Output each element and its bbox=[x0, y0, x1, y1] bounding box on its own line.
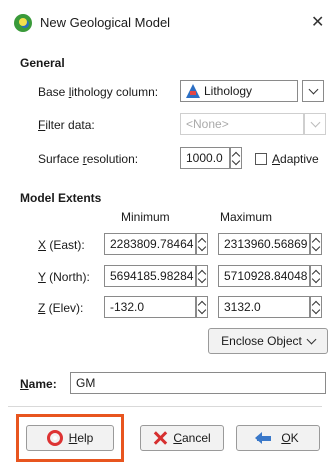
x-east-label: X (East): bbox=[38, 238, 85, 252]
z-max-input[interactable]: 3132.0 bbox=[218, 296, 310, 318]
z-elev-label: Z (Elev): bbox=[38, 301, 84, 315]
window-title: New Geological Model bbox=[40, 15, 171, 30]
help-button[interactable]: Help bbox=[26, 425, 114, 451]
name-input[interactable]: GM bbox=[70, 372, 326, 394]
chevron-down-icon bbox=[306, 334, 317, 344]
x-max-input[interactable]: 2313960.56869 bbox=[218, 233, 310, 255]
enclose-object-button[interactable]: Enclose Object bbox=[208, 328, 328, 354]
surface-resolution-spinner[interactable] bbox=[230, 147, 242, 169]
adaptive-label: Adaptive bbox=[272, 152, 319, 166]
x-min-spinner[interactable] bbox=[196, 233, 208, 255]
z-min-input[interactable]: -132.0 bbox=[104, 296, 196, 318]
filter-data-label: Filter data: bbox=[38, 118, 95, 132]
filter-data-select[interactable]: <None> bbox=[180, 113, 304, 135]
cancel-icon bbox=[153, 431, 167, 445]
maximum-column-header: Maximum bbox=[220, 210, 273, 224]
y-min-input[interactable]: 5694185.98284 bbox=[104, 265, 196, 287]
close-icon[interactable]: ✕ bbox=[311, 12, 324, 32]
lithology-icon bbox=[186, 84, 200, 98]
spin-down-icon[interactable] bbox=[197, 274, 207, 284]
base-lithology-select[interactable]: Lithology bbox=[180, 80, 298, 102]
section-model-extents-title: Model Extents bbox=[20, 191, 102, 205]
ok-button[interactable]: OK bbox=[236, 425, 320, 451]
app-icon bbox=[14, 14, 32, 32]
name-label: Name: bbox=[20, 377, 57, 391]
surface-resolution-label: Surface resolution: bbox=[38, 152, 139, 166]
z-max-spinner[interactable] bbox=[310, 296, 322, 318]
filter-data-dropdown-button[interactable] bbox=[304, 113, 326, 135]
new-geological-model-dialog: New Geological Model ✕ General Base lith… bbox=[0, 0, 330, 468]
enclose-object-label: Enclose Object bbox=[221, 334, 302, 348]
base-lithology-label: Base lithology column: bbox=[38, 85, 159, 99]
ok-button-label: OK bbox=[281, 431, 299, 445]
surface-resolution-input[interactable]: 1000.0 bbox=[180, 147, 230, 169]
spin-down-icon[interactable] bbox=[311, 274, 321, 284]
lifebuoy-icon bbox=[46, 430, 63, 446]
x-min-input[interactable]: 2283809.78464 bbox=[104, 233, 196, 255]
z-min-spinner[interactable] bbox=[196, 296, 208, 318]
chevron-down-icon bbox=[310, 117, 320, 128]
y-north-label: Y (North): bbox=[38, 270, 90, 284]
spin-down-icon[interactable] bbox=[197, 242, 207, 252]
adaptive-checkbox[interactable] bbox=[255, 153, 267, 165]
section-general-title: General bbox=[20, 56, 65, 70]
x-max-spinner[interactable] bbox=[310, 233, 322, 255]
back-arrow-icon bbox=[255, 432, 275, 444]
spin-down-icon[interactable] bbox=[311, 242, 321, 252]
title-bar: New Geological Model ✕ bbox=[0, 0, 330, 46]
y-max-input[interactable]: 5710928.84048 bbox=[218, 265, 310, 287]
base-lithology-dropdown-button[interactable] bbox=[302, 80, 324, 102]
footer-divider bbox=[8, 406, 322, 407]
y-min-spinner[interactable] bbox=[196, 265, 208, 287]
help-button-label: Help bbox=[68, 431, 94, 445]
cancel-button[interactable]: Cancel bbox=[140, 425, 224, 451]
spin-down-icon[interactable] bbox=[197, 305, 207, 315]
cancel-button-label: Cancel bbox=[173, 431, 211, 445]
minimum-column-header: Minimum bbox=[121, 210, 170, 224]
y-max-spinner[interactable] bbox=[310, 265, 322, 287]
base-lithology-value: Lithology bbox=[204, 84, 253, 98]
spin-down-icon[interactable] bbox=[231, 156, 241, 166]
chevron-down-icon bbox=[308, 84, 318, 95]
spin-down-icon[interactable] bbox=[311, 305, 321, 315]
